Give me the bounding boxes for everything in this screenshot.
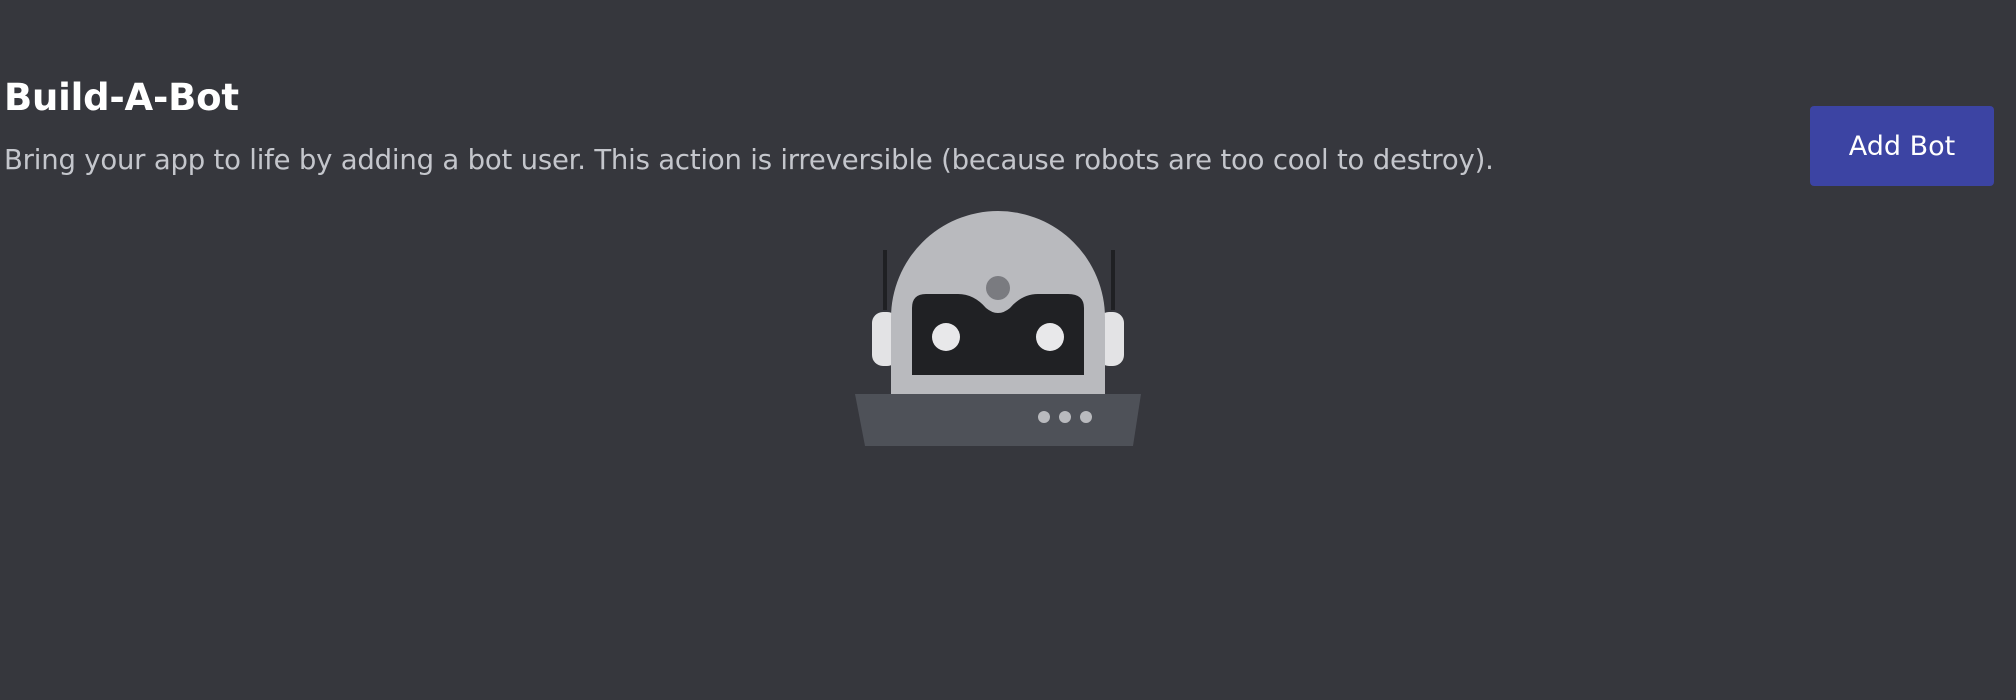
right-eye <box>1036 323 1064 351</box>
section-title: Build-A-Bot <box>4 76 239 119</box>
build-a-bot-panel: Build-A-Bot Bring your app to life by ad… <box>0 0 2016 700</box>
right-antenna <box>1111 250 1115 310</box>
robot-base <box>855 394 1141 446</box>
robot-sensor <box>986 276 1010 300</box>
left-eye <box>932 323 960 351</box>
add-bot-button[interactable]: Add Bot <box>1810 106 1994 186</box>
section-description: Bring your app to life by adding a bot u… <box>4 144 1494 176</box>
base-dot <box>1080 411 1092 423</box>
robot-illustration <box>855 211 1141 446</box>
base-dot <box>1059 411 1071 423</box>
base-dot <box>1038 411 1050 423</box>
left-antenna <box>883 250 887 310</box>
